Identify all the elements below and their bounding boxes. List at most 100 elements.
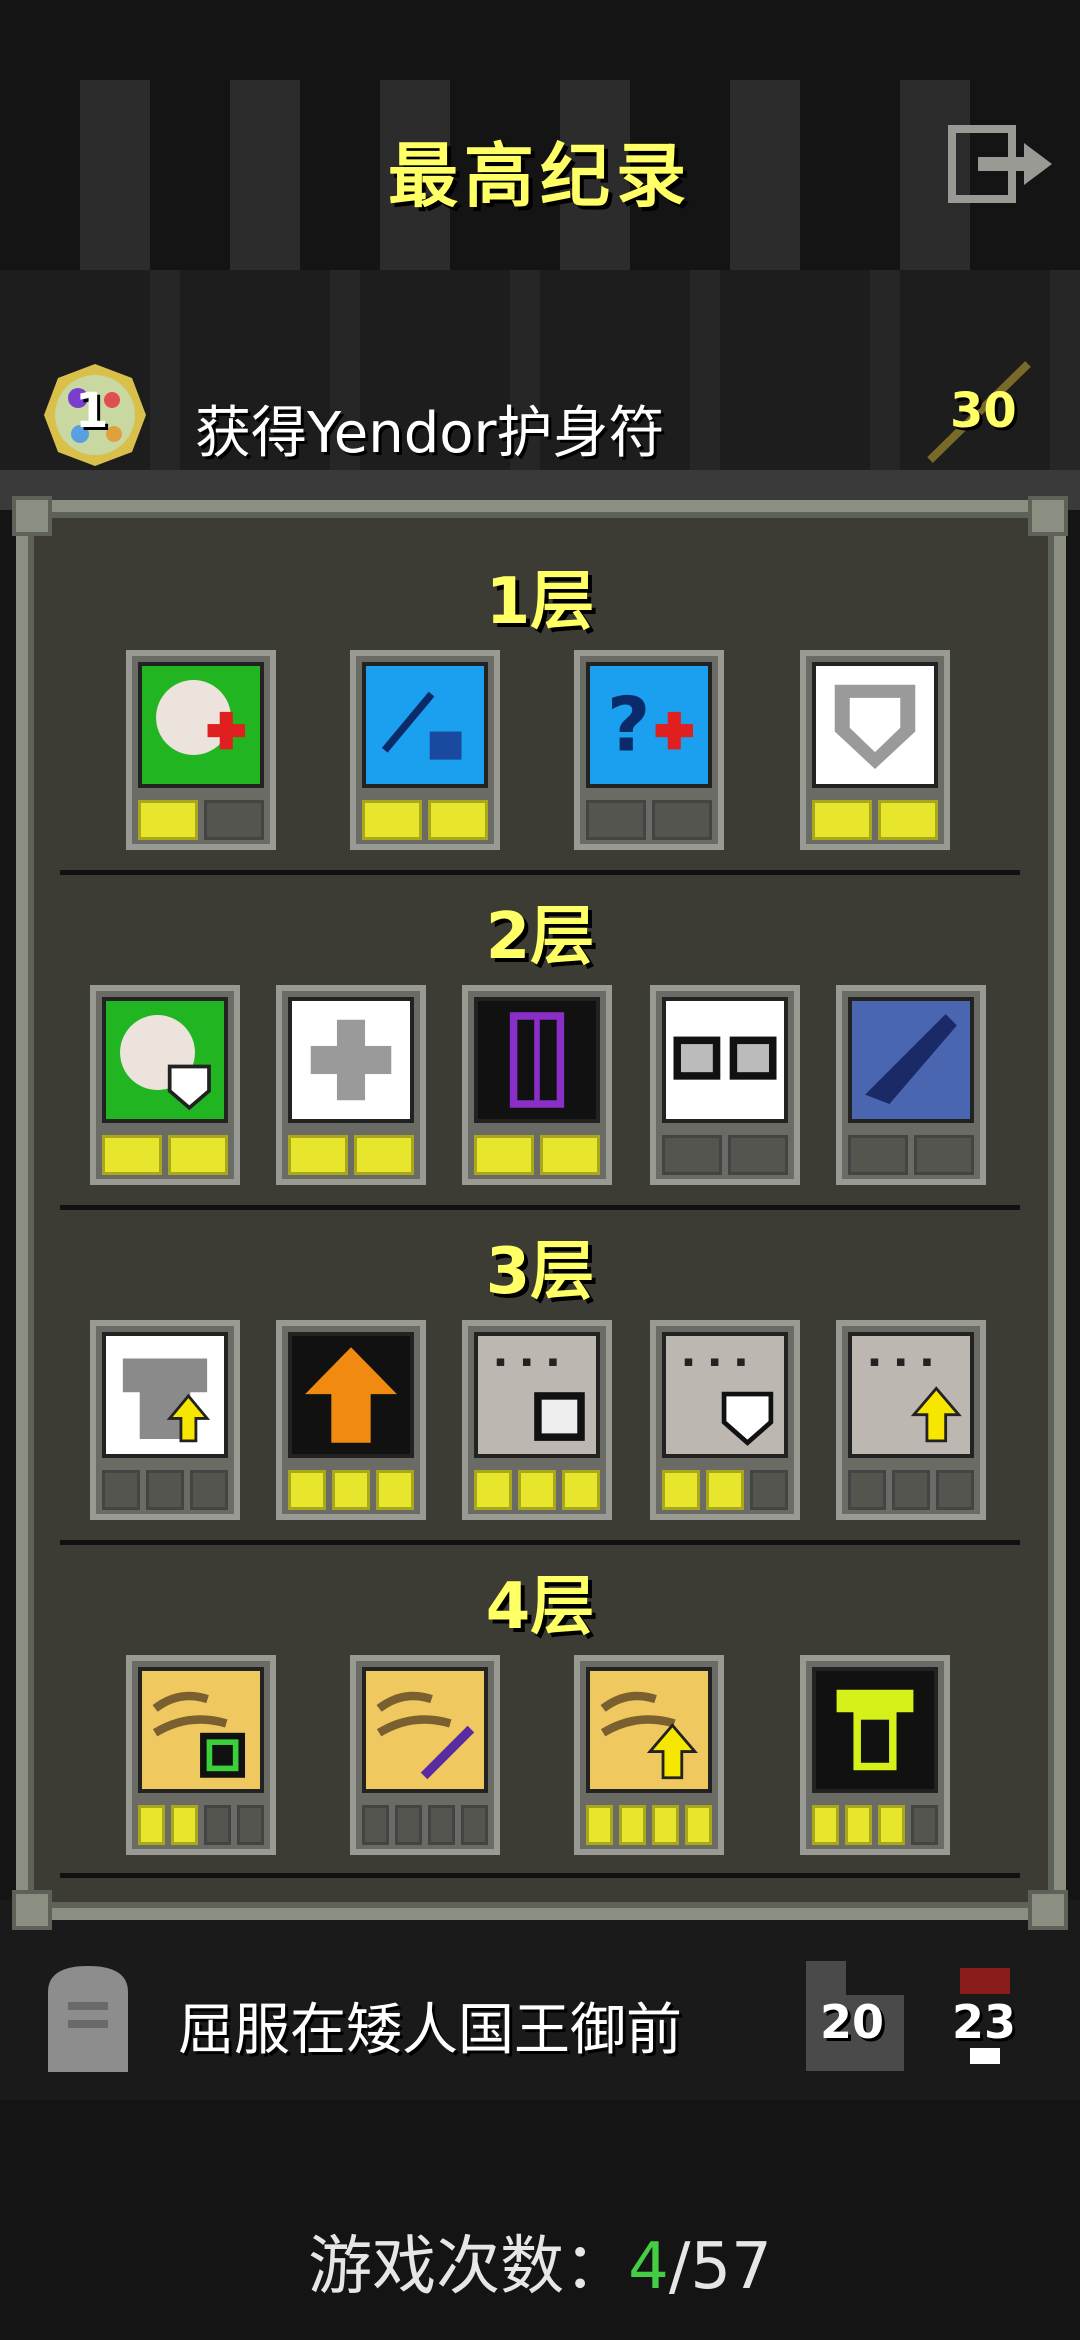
identify-potion-icon: ? bbox=[586, 662, 712, 788]
record-description: 获得Yendor护身符 bbox=[195, 401, 665, 466]
badge-tile[interactable] bbox=[462, 1320, 612, 1520]
badge-tile[interactable] bbox=[800, 650, 950, 850]
badge-tile[interactable] bbox=[836, 985, 986, 1185]
panel-corner bbox=[1028, 496, 1068, 536]
armor-upgrade-icon bbox=[102, 1332, 228, 1458]
badge-tile[interactable] bbox=[800, 1655, 950, 1855]
progress-pip-filled bbox=[685, 1805, 712, 1845]
badge-tile[interactable] bbox=[350, 650, 500, 850]
progress-pip-empty bbox=[146, 1470, 184, 1510]
tier-label: 2层 bbox=[485, 900, 595, 974]
tier-divider bbox=[60, 1873, 1020, 1878]
progress-pip-empty bbox=[750, 1470, 788, 1510]
progress-pip-empty bbox=[936, 1470, 974, 1510]
progress-pip-empty bbox=[204, 1805, 231, 1845]
badge-progress bbox=[288, 1135, 414, 1175]
shield-icon bbox=[812, 662, 938, 788]
progress-pip-filled bbox=[619, 1805, 646, 1845]
badge-tile[interactable] bbox=[574, 1655, 724, 1855]
games-played: 游戏次数：4/57 bbox=[0, 2215, 1080, 2307]
skulls-icon bbox=[662, 997, 788, 1123]
badge-tile[interactable] bbox=[126, 650, 276, 850]
badge-tile[interactable]: ? bbox=[574, 650, 724, 850]
badge-tile[interactable] bbox=[126, 1655, 276, 1855]
tier-label: 4层 bbox=[485, 1570, 595, 1644]
badge-progress bbox=[812, 800, 938, 840]
progress-pip-filled bbox=[878, 1805, 905, 1845]
score-value: 30 bbox=[950, 383, 1017, 439]
progress-pip-empty bbox=[848, 1470, 886, 1510]
progress-pip-empty bbox=[190, 1470, 228, 1510]
badge-tile[interactable] bbox=[90, 1320, 240, 1520]
progress-pip-filled bbox=[518, 1470, 556, 1510]
badge-tile[interactable] bbox=[462, 985, 612, 1185]
progress-pip-empty bbox=[102, 1470, 140, 1510]
progress-pip-filled bbox=[878, 800, 938, 840]
games-current: 4 bbox=[628, 2230, 669, 2304]
badge-tile[interactable] bbox=[650, 985, 800, 1185]
progress-pip-empty bbox=[461, 1805, 488, 1845]
badge-progress bbox=[288, 1470, 414, 1510]
potion-shield-icon bbox=[102, 997, 228, 1123]
progress-pip-filled bbox=[474, 1135, 534, 1175]
badge-progress bbox=[812, 1805, 938, 1845]
progress-pip-empty bbox=[204, 800, 264, 840]
scroll-map-icon bbox=[138, 1667, 264, 1793]
progress-pip-empty bbox=[652, 800, 712, 840]
progress-pip-empty bbox=[911, 1805, 938, 1845]
rank-number: 1 bbox=[75, 383, 109, 439]
progress-pip-filled bbox=[812, 1805, 839, 1845]
progress-pip-filled bbox=[288, 1135, 348, 1175]
progress-pip-empty bbox=[362, 1805, 389, 1845]
progress-pip-filled bbox=[332, 1470, 370, 1510]
death-depth: 20 bbox=[820, 1995, 885, 2049]
plus-icon bbox=[288, 997, 414, 1123]
tier-divider bbox=[60, 1205, 1020, 1210]
tier-label: 1层 bbox=[485, 565, 595, 639]
badge-progress bbox=[662, 1135, 788, 1175]
badge-tile[interactable] bbox=[350, 1655, 500, 1855]
progress-pip-empty bbox=[848, 1135, 908, 1175]
tier-divider bbox=[60, 1540, 1020, 1545]
progress-pip-empty bbox=[237, 1805, 264, 1845]
death-description: 屈服在矮人国王御前 bbox=[178, 1998, 682, 2063]
progress-pip-filled bbox=[288, 1470, 326, 1510]
progress-pip-filled bbox=[138, 800, 198, 840]
boss-skull-icon bbox=[474, 1332, 600, 1458]
badge-tile[interactable] bbox=[276, 985, 426, 1185]
scroll-sword-icon bbox=[362, 1667, 488, 1793]
progress-pip-filled bbox=[586, 1805, 613, 1845]
progress-pip-filled bbox=[168, 1135, 228, 1175]
progress-pip-filled bbox=[652, 1805, 679, 1845]
panel-corner bbox=[12, 496, 52, 536]
progress-pip-filled bbox=[845, 1805, 872, 1845]
progress-pip-empty bbox=[395, 1805, 422, 1845]
progress-pip-filled bbox=[171, 1805, 198, 1845]
progress-pip-filled bbox=[706, 1470, 744, 1510]
badge-tile[interactable] bbox=[276, 1320, 426, 1520]
badge-progress bbox=[848, 1470, 974, 1510]
badge-progress bbox=[362, 800, 488, 840]
exit-icon[interactable] bbox=[948, 125, 1058, 205]
badge-progress bbox=[138, 800, 264, 840]
badge-tile[interactable] bbox=[836, 1320, 986, 1520]
badge-progress bbox=[102, 1135, 228, 1175]
progress-pip-filled bbox=[662, 1470, 700, 1510]
panel-corner bbox=[1028, 1890, 1068, 1930]
panel-corner bbox=[12, 1890, 52, 1930]
badge-progress bbox=[586, 800, 712, 840]
arrow-up-icon bbox=[288, 1332, 414, 1458]
badge-progress bbox=[662, 1470, 788, 1510]
progress-pip-empty bbox=[428, 1805, 455, 1845]
progress-pip-empty bbox=[892, 1470, 930, 1510]
progress-pip-empty bbox=[662, 1135, 722, 1175]
tier-divider bbox=[60, 870, 1020, 875]
badge-tile[interactable] bbox=[650, 1320, 800, 1520]
badge-tile[interactable] bbox=[90, 985, 240, 1185]
progress-pip-filled bbox=[428, 800, 488, 840]
tier-label: 3层 bbox=[485, 1235, 595, 1309]
progress-pip-filled bbox=[540, 1135, 600, 1175]
hero-level: 23 bbox=[952, 1995, 1017, 2049]
svg-text:?: ? bbox=[607, 680, 650, 768]
progress-pip-empty bbox=[914, 1135, 974, 1175]
